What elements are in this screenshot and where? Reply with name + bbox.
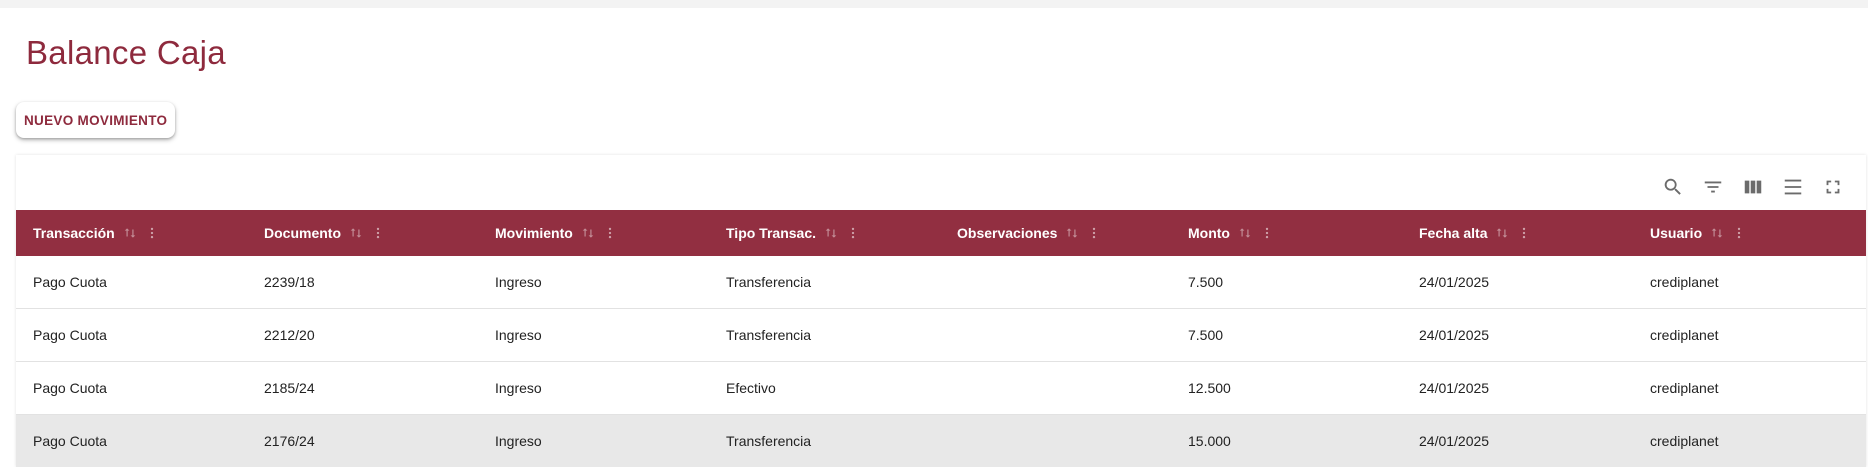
table-cell: 24/01/2025 [1419, 433, 1490, 449]
table-cell: Ingreso [495, 433, 542, 449]
sort-icon[interactable] [1710, 226, 1724, 240]
table-cell: Ingreso [495, 327, 542, 343]
sort-icon[interactable] [123, 226, 137, 240]
table-cell: 24/01/2025 [1419, 380, 1490, 396]
column-menu-icon[interactable] [1260, 225, 1274, 241]
filter-icon[interactable] [1700, 174, 1726, 200]
table-cell: 2212/20 [264, 327, 315, 343]
table-cell: Pago Cuota [33, 380, 107, 396]
table-cell: Ingreso [495, 274, 542, 290]
table-cell: Transferencia [726, 327, 812, 343]
column-menu-icon[interactable] [371, 225, 385, 241]
column-menu-icon[interactable] [1517, 225, 1531, 241]
table-cell: crediplanet [1650, 274, 1719, 290]
column-menu-icon[interactable] [1087, 225, 1101, 241]
column-header-label: Transacción [33, 225, 115, 241]
column-header-label: Movimiento [495, 225, 573, 241]
table-toolbar [1660, 167, 1846, 207]
table-cell: 7.500 [1188, 327, 1224, 343]
column-header[interactable]: Tipo Transac. [709, 210, 940, 256]
sort-icon[interactable] [1238, 226, 1252, 240]
sort-icon[interactable] [1495, 226, 1509, 240]
table-row[interactable]: Pago Cuota 2239/18 Ingreso Transferencia 7.5… [16, 256, 1866, 309]
sort-icon[interactable] [1065, 226, 1079, 240]
table-cell: 7.500 [1188, 274, 1224, 290]
table-row[interactable]: Pago Cuota 2185/24 Ingreso Efectivo 12.500 24… [16, 362, 1866, 415]
column-header-label: Usuario [1650, 225, 1703, 241]
table-cell: crediplanet [1650, 327, 1719, 343]
table-row[interactable]: Pago Cuota 2176/24 Ingreso Transferencia 15.… [16, 415, 1866, 467]
search-icon[interactable] [1660, 174, 1686, 200]
table-cell: crediplanet [1650, 380, 1719, 396]
table-cell: 24/01/2025 [1419, 274, 1490, 290]
column-header[interactable]: Movimiento [478, 210, 709, 256]
column-header[interactable]: Monto [1171, 210, 1402, 256]
column-header[interactable]: Fecha alta [1402, 210, 1633, 256]
column-header[interactable]: Documento [247, 210, 478, 256]
columns-icon[interactable] [1740, 174, 1766, 200]
column-header-label: Fecha alta [1419, 225, 1488, 241]
table-cell: 2185/24 [264, 380, 315, 396]
column-header[interactable]: Usuario [1633, 210, 1866, 256]
new-movement-button[interactable]: NUEVO MOVIMIENTO [16, 102, 176, 138]
table-cell: Ingreso [495, 380, 542, 396]
table-cell: 2239/18 [264, 274, 315, 290]
column-menu-icon[interactable] [603, 225, 617, 241]
column-header-label: Documento [264, 225, 341, 241]
table-header: Transacción Documento Movimiento Tipo Trans… [16, 210, 1866, 256]
column-header-label: Tipo Transac. [726, 225, 816, 241]
table-row[interactable]: Pago Cuota 2212/20 Ingreso Transferencia 7.5… [16, 309, 1866, 362]
column-menu-icon[interactable] [1732, 225, 1746, 241]
column-header-label: Monto [1188, 225, 1230, 241]
table-cell: 24/01/2025 [1419, 327, 1490, 343]
sort-icon[interactable] [349, 226, 363, 240]
table-cell: 2176/24 [264, 433, 315, 449]
table-cell: Efectivo [726, 380, 776, 396]
table-card: Transacción Documento Movimiento Tipo Trans… [16, 155, 1866, 467]
table-cell: Pago Cuota [33, 433, 107, 449]
column-header[interactable]: Transacción [16, 210, 247, 256]
column-menu-icon[interactable] [145, 225, 159, 241]
page-title: Balance Caja [26, 34, 226, 71]
sort-icon[interactable] [824, 226, 838, 240]
table-cell: crediplanet [1650, 433, 1719, 449]
table-cell: Pago Cuota [33, 274, 107, 290]
column-header[interactable]: Observaciones [940, 210, 1171, 256]
table-cell: 15.000 [1188, 433, 1231, 449]
column-menu-icon[interactable] [846, 225, 860, 241]
table-cell: Pago Cuota [33, 327, 107, 343]
sort-icon[interactable] [581, 226, 595, 240]
table-cell: Transferencia [726, 433, 812, 449]
density-icon[interactable] [1780, 174, 1806, 200]
table-cell: Transferencia [726, 274, 812, 290]
top-bar [0, 0, 1868, 8]
fullscreen-icon[interactable] [1820, 174, 1846, 200]
column-header-label: Observaciones [957, 225, 1058, 241]
table-cell: 12.500 [1188, 380, 1231, 396]
